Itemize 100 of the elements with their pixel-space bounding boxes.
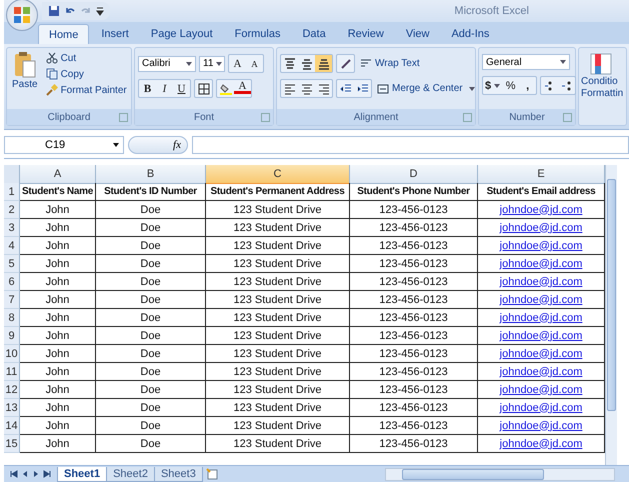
grow-font-button[interactable]: A — [229, 55, 246, 72]
merge-center-button[interactable]: Merge & Center — [375, 82, 477, 96]
column-header[interactable]: C — [206, 165, 350, 184]
table-cell: 123-456-0123 — [350, 273, 478, 291]
first-sheet-icon[interactable] — [10, 470, 18, 478]
save-icon[interactable] — [48, 5, 60, 17]
insert-function-button[interactable]: fx — [128, 136, 188, 154]
table-cell: 123-456-0123 — [350, 363, 478, 381]
caret-icon — [186, 62, 192, 66]
copy-button[interactable]: Copy — [44, 67, 129, 81]
number-format-field[interactable]: General — [482, 54, 570, 70]
column-heading-cell: Student's ID Number — [96, 183, 206, 201]
ribbon-tab[interactable]: Review — [338, 24, 394, 44]
middle-align-icon — [300, 58, 312, 70]
row-header[interactable]: 7 — [4, 291, 20, 309]
horizontal-scrollbar[interactable] — [385, 468, 615, 480]
merge-cells-icon — [377, 82, 389, 94]
table-cell: 123 Student Drive — [206, 291, 350, 309]
column-heading-cell: Student's Phone Number — [350, 183, 478, 201]
shrink-font-button[interactable]: A — [246, 55, 263, 72]
row-header[interactable]: 1 — [4, 183, 20, 201]
row-header[interactable]: 11 — [4, 363, 20, 381]
table-cell: John — [20, 399, 96, 417]
table-cell: Doe — [96, 291, 206, 309]
sheet-tab[interactable]: Sheet2 — [106, 466, 155, 482]
table-cell: Doe — [96, 435, 206, 453]
next-sheet-icon[interactable] — [32, 470, 40, 478]
column-header[interactable]: A — [20, 165, 96, 184]
sheet-tab[interactable]: Sheet1 — [57, 466, 108, 482]
group-label: Number — [509, 112, 545, 122]
column-header[interactable]: E — [478, 165, 605, 184]
row-header[interactable]: 9 — [4, 327, 20, 345]
bottom-align-button[interactable] — [315, 55, 332, 72]
group-label: Alignment — [354, 112, 398, 122]
ribbon-tab[interactable]: Insert — [91, 24, 139, 44]
row-header[interactable]: 13 — [4, 399, 20, 417]
ribbon-tab[interactable]: Data — [292, 24, 336, 44]
table-cell: 123 Student Drive — [206, 363, 350, 381]
table-cell: 123 Student Drive — [206, 237, 350, 255]
name-box[interactable]: C19 — [4, 136, 124, 154]
row-header[interactable]: 3 — [4, 219, 20, 237]
underline-button[interactable]: U — [173, 80, 190, 97]
row-header[interactable]: 10 — [4, 345, 20, 363]
insert-sheet-icon[interactable] — [206, 468, 220, 480]
percent-button[interactable]: % — [502, 77, 520, 94]
vertical-scrollbar[interactable] — [605, 165, 617, 465]
wrap-text-button[interactable]: Wrap Text — [358, 56, 422, 70]
table-cell: 123-456-0123 — [350, 309, 478, 327]
paste-button[interactable]: Paste — [10, 51, 40, 106]
ribbon-tab[interactable]: Page Layout — [140, 24, 223, 44]
last-sheet-icon[interactable] — [43, 470, 51, 478]
format-painter-button[interactable]: Format Painter — [44, 83, 129, 97]
table-cell: John — [20, 345, 96, 363]
font-size-field[interactable]: 11 — [199, 56, 225, 72]
formula-field[interactable] — [192, 136, 629, 154]
table-cell: John — [20, 291, 96, 309]
caret-icon — [494, 84, 500, 88]
ribbon-tab[interactable]: Formulas — [224, 24, 290, 44]
row-header[interactable]: 12 — [4, 381, 20, 399]
column-header[interactable]: D — [350, 165, 478, 184]
table-cell: John — [20, 273, 96, 291]
table-cell: 123 Student Drive — [206, 201, 350, 219]
font-family-field[interactable]: Calibri — [138, 56, 196, 72]
ribbon-tab[interactable]: Home — [38, 24, 90, 44]
table-cell: 123 Student Drive — [206, 345, 350, 363]
table-cell: Doe — [96, 345, 206, 363]
caret-icon — [216, 62, 222, 66]
table-cell: 123-456-0123 — [350, 255, 478, 273]
row-header[interactable]: 14 — [4, 417, 20, 435]
customize-icon[interactable] — [96, 5, 104, 17]
cut-button[interactable]: Cut — [44, 51, 129, 65]
ribbon-tab[interactable]: Add-Ins — [441, 24, 500, 44]
office-button[interactable] — [6, 0, 38, 31]
ribbon-tab[interactable]: View — [396, 24, 440, 44]
previous-sheet-icon[interactable] — [21, 470, 29, 478]
sheet-tab[interactable]: Sheet3 — [154, 466, 203, 482]
bold-button[interactable]: B — [139, 80, 156, 97]
table-cell: 123 Student Drive — [206, 309, 350, 327]
table-cell: John — [20, 201, 96, 219]
table-cell: 123-456-0123 — [350, 417, 478, 435]
table-cell: 123-456-0123 — [350, 291, 478, 309]
table-cell: 123 Student Drive — [206, 273, 350, 291]
row-header[interactable]: 6 — [4, 273, 20, 291]
italic-button[interactable]: I — [156, 80, 173, 97]
comma-button[interactable]: , — [519, 77, 536, 94]
row-header[interactable]: 5 — [4, 255, 20, 273]
table-cell: Doe — [96, 201, 206, 219]
row-header[interactable]: 4 — [4, 237, 20, 255]
column-header[interactable]: B — [96, 165, 206, 184]
window-title: Microsoft Excel — [454, 5, 529, 17]
currency-button[interactable]: $ — [483, 77, 502, 94]
brush-icon — [46, 84, 58, 96]
table-cell: 123 Student Drive — [206, 219, 350, 237]
table-cell: John — [20, 417, 96, 435]
table-cell: 123 Student Drive — [206, 399, 350, 417]
table-cell: 123 Student Drive — [206, 381, 350, 399]
row-header[interactable]: 8 — [4, 309, 20, 327]
row-header[interactable]: 2 — [4, 201, 20, 219]
borders-icon — [198, 82, 210, 94]
row-header[interactable]: 15 — [4, 435, 20, 453]
